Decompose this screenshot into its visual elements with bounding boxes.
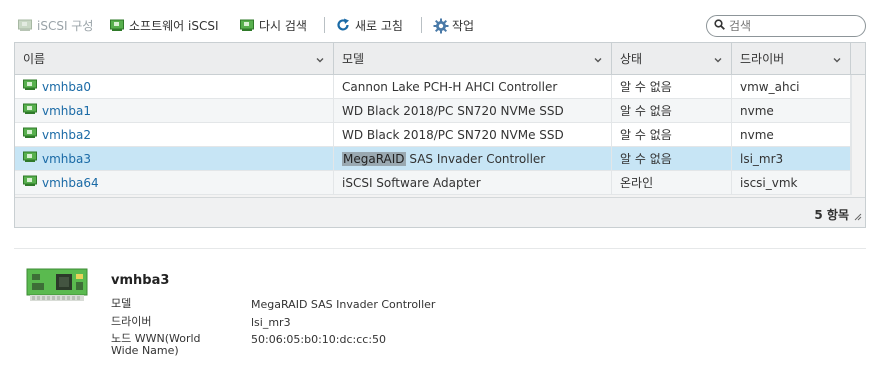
search-icon — [714, 19, 725, 33]
column-header-model[interactable]: 모델 — [334, 43, 612, 74]
table-footer: 5 항목 — [15, 197, 865, 227]
iscsi-config-label: iSCSI 구성 — [37, 18, 94, 33]
status-cell: 알 수 없음 — [612, 123, 732, 146]
name-cell[interactable]: vmhba0 — [15, 75, 334, 98]
table-row-selected[interactable]: vmhba3 MegaRAID SAS Invader Controller 알… — [15, 147, 851, 171]
model-cell: Cannon Lake PCH-H AHCI Controller — [334, 75, 612, 98]
refresh-button[interactable]: 새로 고침 — [336, 16, 403, 34]
chevron-down-icon[interactable] — [832, 54, 842, 68]
model-cell: MegaRAID SAS Invader Controller — [334, 147, 612, 170]
highlighted-text: MegaRAID — [342, 151, 406, 166]
model-value: MegaRAID SAS Invader Controller — [251, 298, 436, 311]
toolbar-separator — [421, 17, 422, 33]
resize-icon[interactable] — [854, 210, 862, 224]
driver-cell: lsi_mr3 — [732, 147, 851, 170]
detail-title: vmhba3 — [111, 273, 170, 288]
name-cell[interactable]: vmhba1 — [15, 99, 334, 122]
software-iscsi-label: 소프트웨어 iSCSI — [129, 18, 219, 33]
hba-icon — [23, 175, 37, 190]
wwn-label: 노드 WWN(World Wide Name) — [111, 332, 201, 357]
hba-icon — [18, 18, 32, 32]
column-header-name[interactable]: 이름 — [15, 43, 334, 74]
driver-cell: nvme — [732, 123, 851, 146]
refresh-label: 새로 고침 — [355, 18, 403, 33]
column-header-status[interactable]: 상태 — [612, 43, 732, 74]
hba-icon — [240, 18, 254, 32]
adapters-table: 이름 모델 상태 드라이버 vmhba0 Cannon Lake PCH-H A… — [14, 42, 866, 228]
driver-label: 드라이버 — [111, 315, 152, 328]
driver-cell: iscsi_vmk — [732, 171, 851, 194]
status-cell: 알 수 없음 — [612, 75, 732, 98]
vertical-scrollbar[interactable] — [851, 75, 865, 195]
wwn-value: 50:06:05:b0:10:dc:cc:50 — [251, 333, 387, 346]
hba-icon — [23, 79, 37, 94]
toolbar-separator — [324, 17, 325, 33]
hba-card-image — [26, 268, 88, 304]
model-label: 모델 — [111, 297, 132, 310]
iscsi-config-button[interactable]: iSCSI 구성 — [18, 16, 93, 34]
model-cell: iSCSI Software Adapter — [334, 171, 612, 194]
table-row[interactable]: vmhba2 WD Black 2018/PC SN720 NVMe SSD 알… — [15, 123, 851, 147]
driver-cell: nvme — [732, 99, 851, 122]
table-row[interactable]: vmhba64 iSCSI Software Adapter 온라인 iscsi… — [15, 171, 851, 195]
hba-icon — [23, 127, 37, 142]
rescan-button[interactable]: 다시 검색 — [240, 16, 307, 34]
chevron-down-icon[interactable] — [315, 54, 325, 68]
table-row[interactable]: vmhba1 WD Black 2018/PC SN720 NVMe SSD 알… — [15, 99, 851, 123]
driver-value: lsi_mr3 — [251, 316, 291, 329]
status-cell: 온라인 — [612, 171, 732, 194]
search-input[interactable] — [729, 19, 849, 33]
chevron-down-icon[interactable] — [713, 54, 723, 68]
table-row[interactable]: vmhba0 Cannon Lake PCH-H AHCI Controller… — [15, 75, 851, 99]
section-divider — [14, 248, 866, 249]
item-count: 5 항목 — [814, 208, 849, 222]
driver-cell: vmw_ahci — [732, 75, 851, 98]
table-header: 이름 모델 상태 드라이버 — [15, 43, 865, 75]
actions-button[interactable]: 작업 — [433, 16, 474, 34]
model-cell: WD Black 2018/PC SN720 NVMe SSD — [334, 123, 612, 146]
status-cell: 알 수 없음 — [612, 147, 732, 170]
column-header-driver[interactable]: 드라이버 — [732, 43, 851, 74]
hba-icon — [23, 151, 37, 166]
rescan-label: 다시 검색 — [259, 18, 307, 33]
name-cell[interactable]: vmhba64 — [15, 171, 334, 194]
chevron-down-icon[interactable] — [593, 54, 603, 68]
name-cell[interactable]: vmhba3 — [15, 147, 334, 170]
hba-icon — [23, 103, 37, 118]
status-cell: 알 수 없음 — [612, 99, 732, 122]
refresh-icon — [336, 18, 350, 32]
search-box[interactable] — [706, 15, 866, 37]
name-cell[interactable]: vmhba2 — [15, 123, 334, 146]
software-iscsi-button[interactable]: 소프트웨어 iSCSI — [110, 16, 219, 34]
toolbar: iSCSI 구성 소프트웨어 iSCSI 다시 검색 새로 고침 작업 — [0, 0, 873, 48]
gear-icon — [433, 18, 449, 34]
actions-label: 작업 — [452, 18, 475, 33]
model-cell: WD Black 2018/PC SN720 NVMe SSD — [334, 99, 612, 122]
hba-icon — [110, 18, 124, 32]
